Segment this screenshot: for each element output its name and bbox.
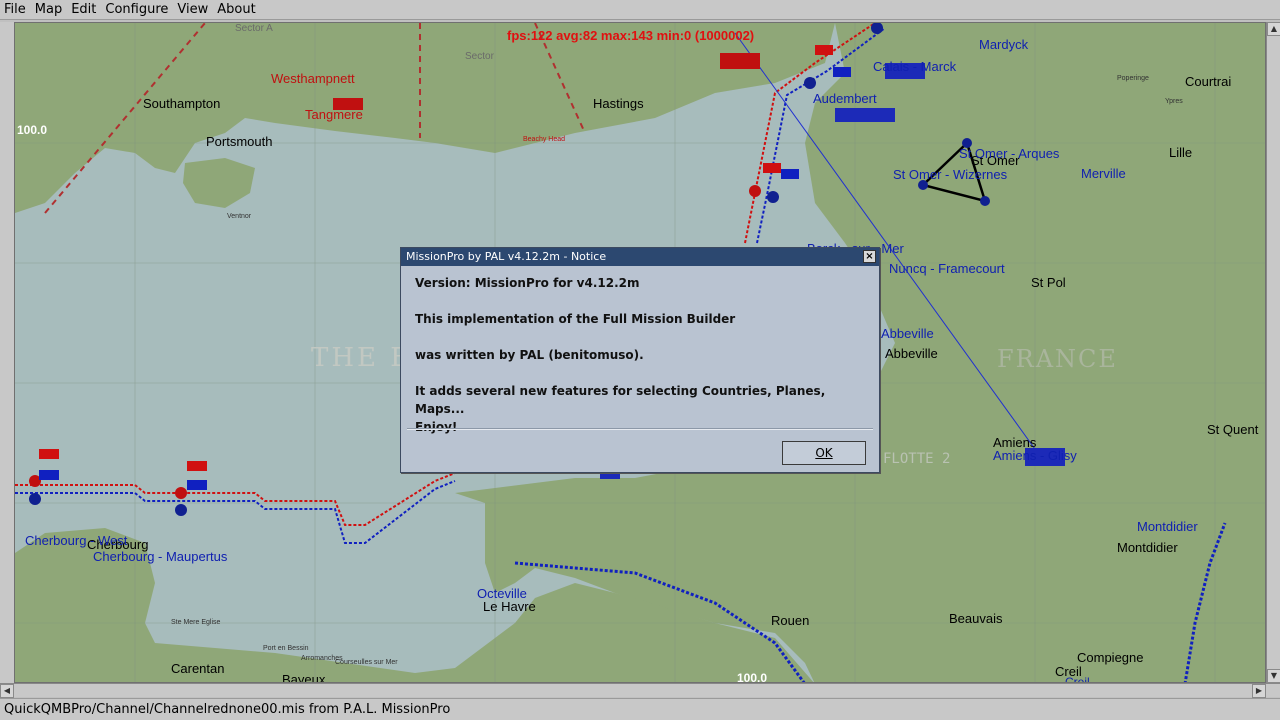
- airfield-st-omer-wizernes[interactable]: St Omer - Wizernes: [893, 167, 1007, 182]
- dialog-enjoy-line: Enjoy!: [415, 420, 458, 434]
- airfield-creil[interactable]: Creil: [1065, 675, 1090, 682]
- airfield-merville[interactable]: Merville: [1081, 166, 1126, 181]
- england-coast: [15, 23, 835, 213]
- left-gutter: [0, 22, 14, 683]
- town-abbeville: Abbeville: [885, 346, 938, 361]
- town-lille: Lille: [1169, 145, 1193, 160]
- town-hastings: Hastings: [593, 96, 644, 111]
- place-ste-mere: Ste Mere Eglise: [171, 619, 221, 626]
- town-rouen: Rouen: [771, 613, 810, 628]
- dialog-body: Version: MissionPro for v4.12.2m This im…: [401, 266, 879, 436]
- place-ypres: Ypres: [1165, 98, 1183, 105]
- place-beachy-head: Beachy Head: [523, 136, 566, 143]
- place-port-en-bessin: Port en Bessin: [263, 645, 309, 652]
- airfield-amiens-glisy[interactable]: Amiens - Glisy: [993, 448, 1077, 463]
- fleet-label: FLOTTE 2: [883, 451, 951, 467]
- dialog-version-line: Version: MissionPro for v4.12.2m: [415, 276, 640, 290]
- isle-of-wight: [183, 158, 255, 208]
- dialog-implementation-line: This implementation of the Full Mission …: [415, 312, 736, 326]
- fps-readout: fps:122 avg:82 max:143 min:0 (1000002): [507, 28, 755, 43]
- menu-map[interactable]: Map: [31, 0, 67, 20]
- country-label: FRANCE: [997, 345, 1118, 373]
- grid-readout-left: 100.0: [17, 123, 48, 137]
- town-portsmouth: Portsmouth: [206, 134, 273, 149]
- menu-edit[interactable]: Edit: [67, 0, 101, 20]
- menu-file[interactable]: File: [0, 0, 31, 20]
- town-st-quent: St Quent: [1207, 422, 1259, 437]
- menu-view[interactable]: View: [173, 0, 213, 20]
- town-bayeux: Bayeux: [282, 672, 326, 683]
- town-le-havre: Le Havre: [483, 599, 536, 614]
- town-compiegne: Compiegne: [1077, 650, 1144, 665]
- town-st-pol: St Pol: [1031, 275, 1066, 290]
- dialog-title: MissionPro by PAL v4.12.2m - Notice: [406, 250, 607, 263]
- airfield-nuncq[interactable]: Nuncq - Framecourt: [889, 261, 1005, 276]
- town-southampton: Southampton: [143, 96, 221, 111]
- place-courseulles: Courseulles sur Mer: [335, 659, 398, 666]
- menu-configure[interactable]: Configure: [101, 0, 173, 20]
- close-icon[interactable]: ×: [863, 250, 876, 263]
- airfield-audembert[interactable]: Audembert: [813, 91, 877, 106]
- dialog-title-bar[interactable]: MissionPro by PAL v4.12.2m - Notice ×: [401, 248, 879, 266]
- place-poperinge: Poperinge: [1117, 75, 1149, 82]
- airfield-calais-marck[interactable]: Calais - Marck: [873, 59, 956, 74]
- town-carentan: Carentan: [171, 661, 225, 676]
- airfield-cherbourg-west[interactable]: Cherbourg - West: [25, 533, 127, 548]
- scroll-left-icon[interactable]: ◀: [0, 684, 14, 698]
- menu-bar: File Map Edit Configure View About: [0, 0, 1280, 20]
- airfield-abbeville-drucat[interactable]: Abbeville: [881, 326, 934, 341]
- town-beauvais: Beauvais: [949, 611, 1003, 626]
- sector-label-b: Sector: [465, 51, 494, 62]
- dialog-features-line: It adds several new features for selecti…: [415, 384, 826, 416]
- place-ventnor: Ventnor: [227, 213, 252, 220]
- airfield-cherbourg-maupertus[interactable]: Cherbourg - Maupertus: [93, 549, 227, 564]
- scroll-down-icon[interactable]: ▼: [1267, 669, 1280, 683]
- dialog-author-line: was written by PAL (benitomuso).: [415, 348, 644, 362]
- sector-label-a: Sector A: [235, 23, 273, 34]
- airfield-montdidier[interactable]: Montdidier: [1137, 519, 1198, 534]
- status-bar: QuickQMBPro/Channel/Channelrednone00.mis…: [0, 698, 1280, 720]
- airfield-st-omer-arques[interactable]: St Omer - Arques: [959, 146, 1059, 161]
- horizontal-scrollbar[interactable]: ◀ ▶: [0, 683, 1280, 698]
- airfield-westhampnett[interactable]: Westhampnett: [271, 71, 355, 86]
- dialog-separator: [407, 428, 873, 430]
- town-courtrai: Courtrai: [1185, 74, 1232, 89]
- menu-about[interactable]: About: [213, 0, 260, 20]
- notice-dialog: MissionPro by PAL v4.12.2m - Notice × Ve…: [400, 247, 880, 473]
- grid-readout-bottom: 100.0: [737, 671, 768, 683]
- town-montdidier: Montdidier: [1117, 540, 1178, 555]
- scroll-up-icon[interactable]: ▲: [1267, 22, 1280, 36]
- ok-label: OK: [815, 446, 833, 460]
- airfield-tangmere[interactable]: Tangmere: [305, 107, 363, 122]
- ok-button[interactable]: OK: [782, 441, 866, 465]
- scroll-right-icon[interactable]: ▶: [1252, 684, 1266, 698]
- airfield-mardyck[interactable]: Mardyck: [979, 37, 1028, 52]
- vertical-scrollbar[interactable]: ▲ ▼: [1266, 22, 1280, 683]
- airfield-octeville[interactable]: Octeville: [477, 586, 527, 601]
